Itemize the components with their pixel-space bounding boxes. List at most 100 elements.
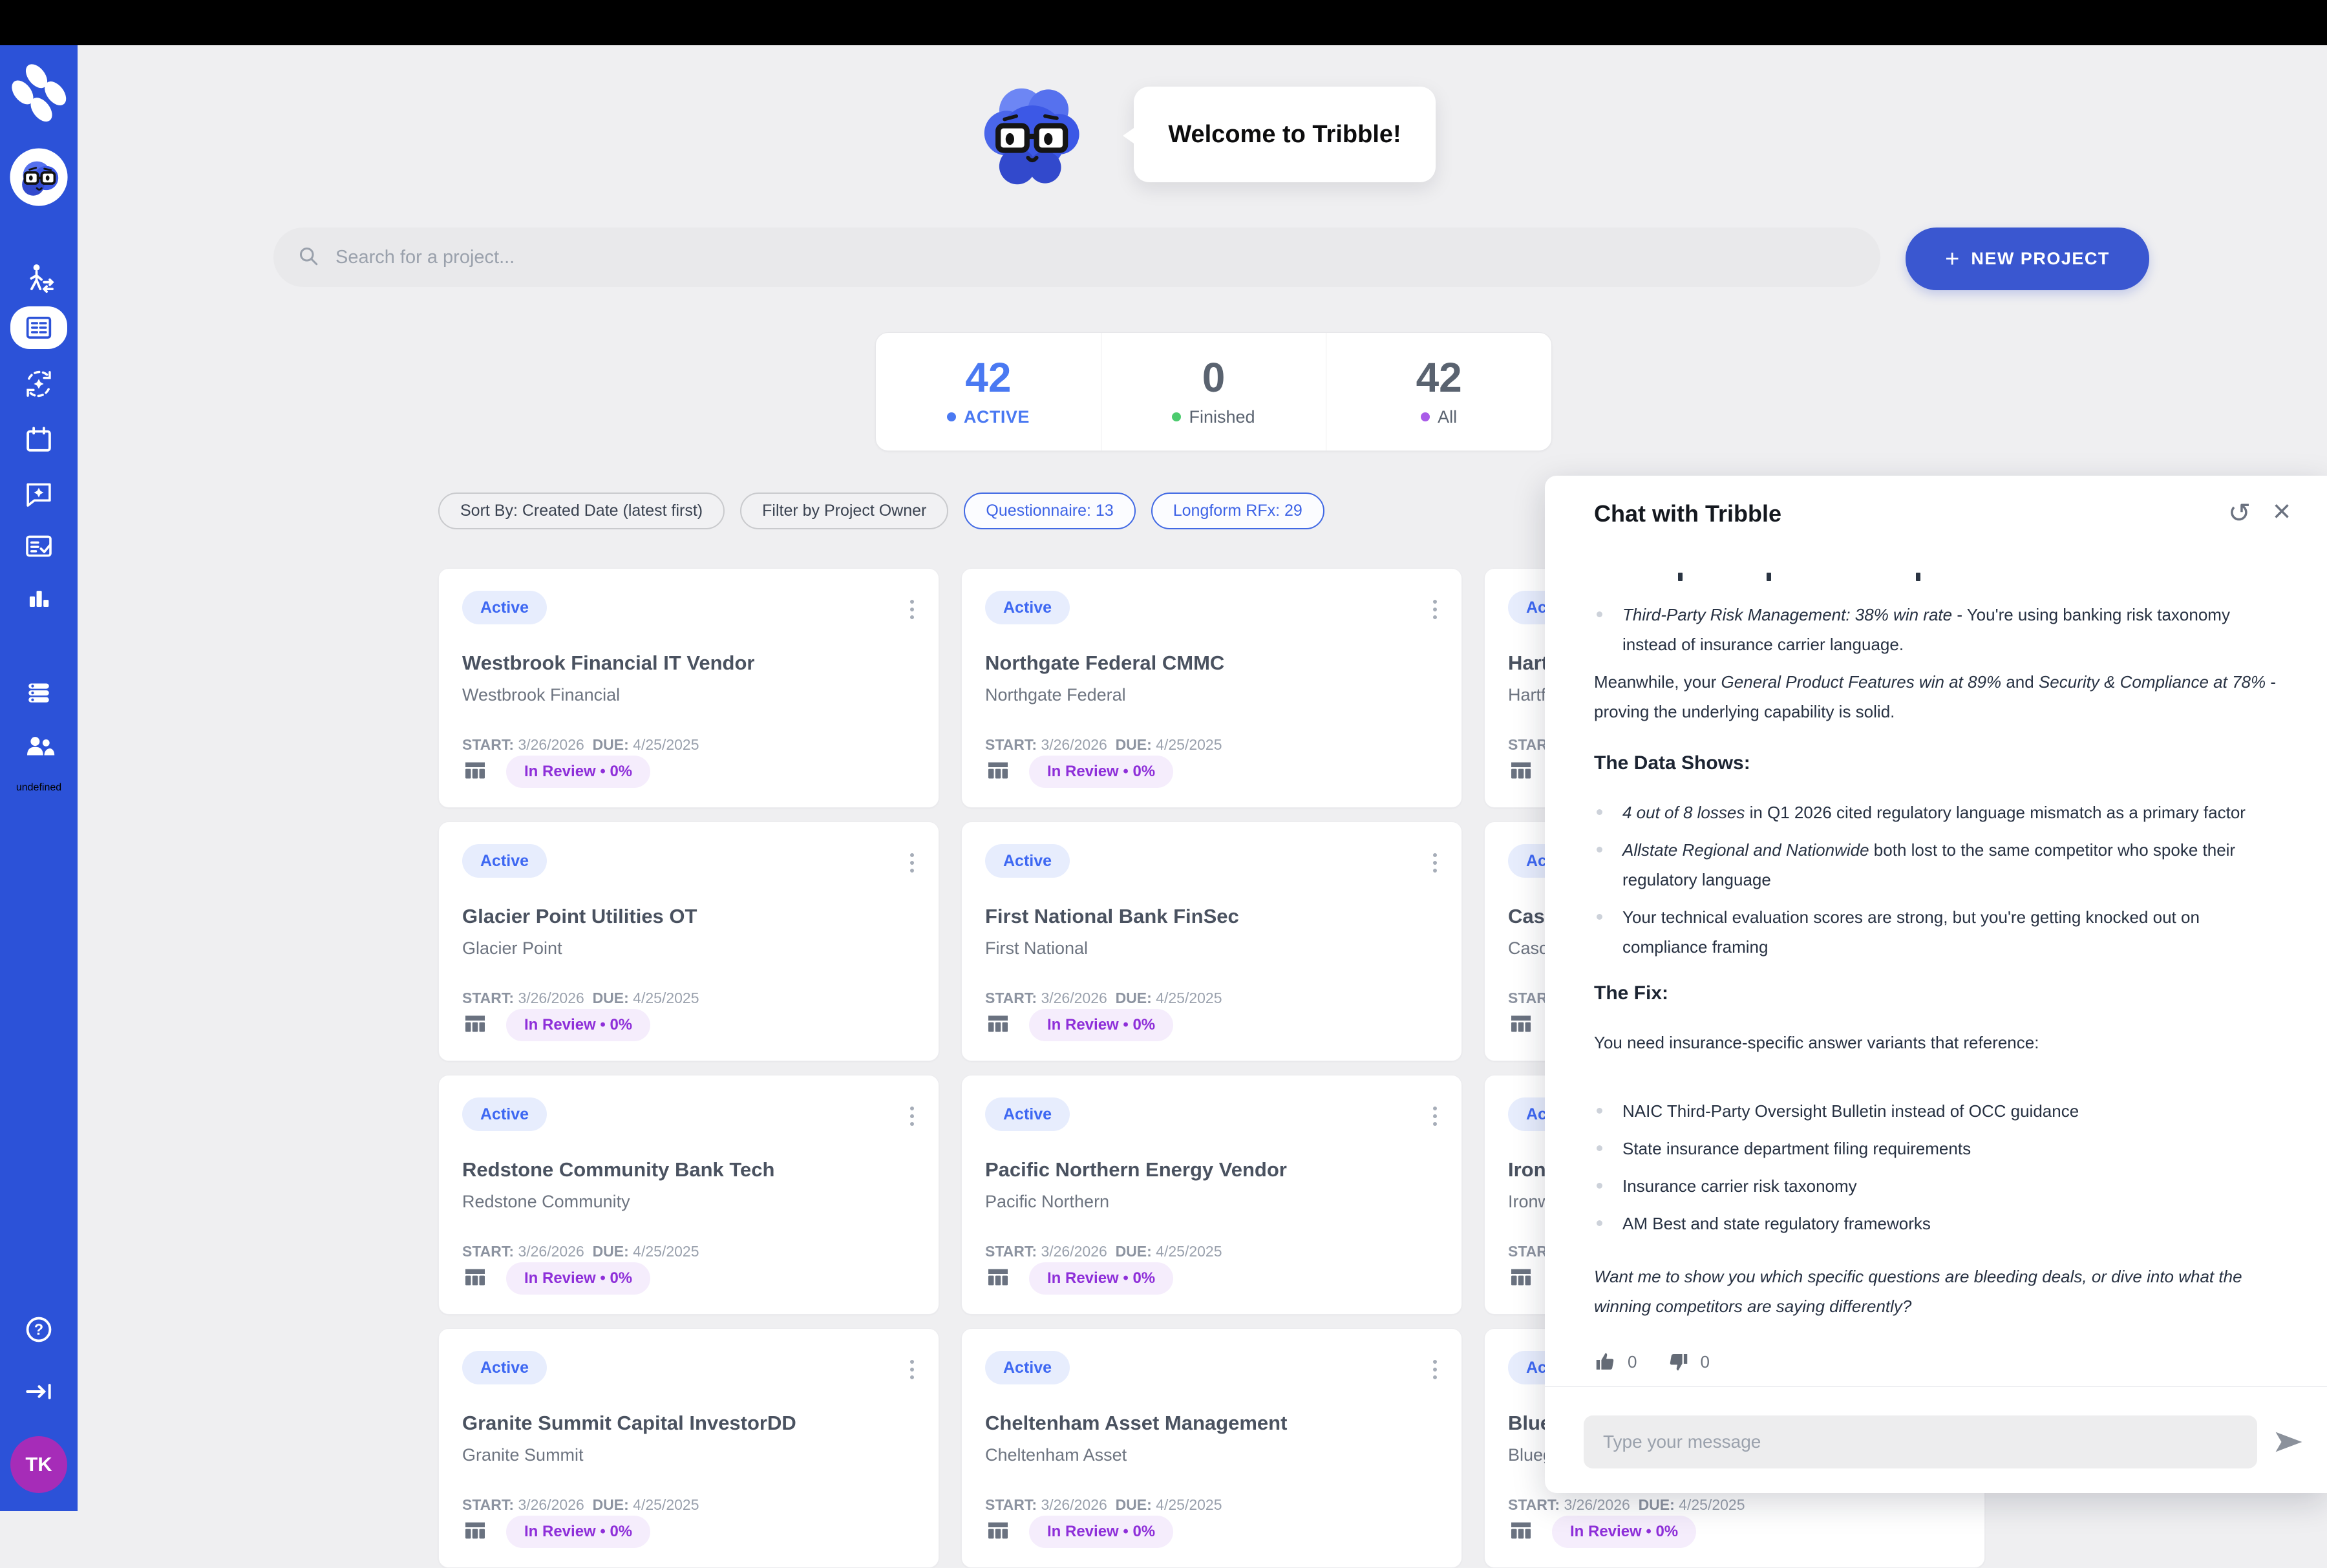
welcome-text: Welcome to Tribble!	[1168, 121, 1401, 149]
new-project-button[interactable]: + NEW PROJECT	[1906, 228, 2149, 290]
thumbs-down-button[interactable]: 0	[1666, 1347, 1709, 1377]
stat-all[interactable]: 42 All	[1326, 333, 1551, 450]
chat-bullet-item: Third-Party Risk Management: 38% win rat…	[1594, 600, 2280, 659]
card-subtitle: Pacific Northern	[985, 1192, 1438, 1212]
sidebar-item-chat-sparkle[interactable]	[0, 476, 78, 511]
progress-badge: In Review • 0%	[506, 1262, 650, 1295]
table-icon[interactable]	[1508, 1011, 1534, 1040]
chat-paragraph: Meanwhile, your General Product Features…	[1594, 667, 2280, 726]
table-icon[interactable]	[462, 758, 488, 787]
card-menu-icon[interactable]	[1429, 1356, 1441, 1383]
bullet-dot	[1597, 1145, 1602, 1151]
sidebar-item-sync-sparkle[interactable]	[0, 366, 78, 402]
card-dates: START: 3/26/2026 DUE: 4/25/2025	[985, 1243, 1438, 1260]
sidebar: undefined? TK	[0, 45, 78, 1511]
user-avatar[interactable]: TK	[0, 1436, 78, 1493]
table-icon[interactable]	[985, 1011, 1011, 1040]
table-icon[interactable]	[985, 758, 1011, 787]
project-stats: 42 ACTIVE 0 Finished 42 All	[875, 332, 1552, 451]
filter-chip[interactable]: Sort By: Created Date (latest first)	[438, 493, 725, 529]
history-icon[interactable]: ↺	[2228, 488, 2251, 529]
table-icon[interactable]	[462, 1518, 488, 1547]
sidebar-item-calendar[interactable]	[0, 423, 78, 458]
table-icon[interactable]	[462, 1011, 488, 1040]
sidebar-item-bar-chart[interactable]	[0, 582, 78, 615]
card-title: First National Bank FinSec	[985, 905, 1438, 928]
card-title: Northgate Federal CMMC	[985, 652, 1438, 675]
card-title: Glacier Point Utilities OT	[462, 905, 915, 928]
sidebar-item-people[interactable]	[0, 729, 78, 764]
chat-sparkle-icon	[21, 476, 56, 511]
card-dates: START: 3/26/2026 DUE: 4/25/2025	[985, 990, 1438, 1007]
chat-bullet-item: 4 out of 8 losses in Q1 2026 cited regul…	[1594, 798, 2280, 827]
sidebar-item-projects-active[interactable]	[0, 306, 78, 349]
card-menu-icon[interactable]	[906, 1103, 918, 1130]
chat-message-input[interactable]	[1584, 1415, 2257, 1468]
card-menu-icon[interactable]	[906, 849, 918, 876]
card-menu-icon[interactable]	[1429, 849, 1441, 876]
progress-badge: In Review • 0%	[506, 1009, 650, 1041]
tribble-logo	[5, 61, 72, 128]
stat-value: 0	[1202, 357, 1226, 398]
stat-label: Finished	[1189, 407, 1255, 427]
walkthrough-icon	[21, 261, 57, 297]
thumbs-up-count: 0	[1628, 1347, 1637, 1377]
project-search[interactable]	[273, 228, 1880, 287]
thumbs-up-icon	[1594, 1350, 1617, 1373]
card-title: Westbrook Financial IT Vendor	[462, 652, 915, 675]
table-icon[interactable]	[462, 1264, 488, 1293]
card-menu-icon[interactable]	[1429, 596, 1441, 623]
filter-chip[interactable]: Longform RFx: 29	[1151, 493, 1324, 529]
card-title: Cheltenham Asset Management	[985, 1412, 1438, 1435]
sidebar-item-logout[interactable]	[0, 1375, 78, 1408]
plus-icon: +	[1945, 247, 1959, 271]
chat-title: Chat with Tribble	[1594, 489, 2228, 527]
project-card[interactable]: Active Glacier Point Utilities OT Glacie…	[438, 821, 939, 1061]
table-icon[interactable]	[985, 1264, 1011, 1293]
sidebar-item-gear[interactable]: undefined	[0, 782, 78, 794]
close-icon[interactable]: ×	[2273, 489, 2291, 527]
logout-icon	[23, 1375, 55, 1408]
bullet-dot	[1597, 611, 1602, 617]
stat-finished[interactable]: 0 Finished	[1101, 333, 1326, 450]
project-card[interactable]: Active Redstone Community Bank Tech Reds…	[438, 1075, 939, 1315]
filter-chip[interactable]: Questionnaire: 13	[964, 493, 1135, 529]
stat-value: 42	[965, 357, 1011, 398]
filter-chip[interactable]: Filter by Project Owner	[740, 493, 948, 529]
send-icon[interactable]	[2274, 1430, 2304, 1454]
table-icon[interactable]	[1508, 1264, 1534, 1293]
project-card[interactable]: Active Northgate Federal CMMC Northgate …	[961, 568, 1462, 808]
project-card[interactable]: Active Granite Summit Capital InvestorDD…	[438, 1328, 939, 1568]
thumbs-up-button[interactable]: 0	[1594, 1347, 1637, 1377]
status-badge: Active	[985, 1097, 1070, 1131]
mascot-avatar	[9, 147, 69, 207]
card-menu-icon[interactable]	[906, 1356, 918, 1383]
bullet-dot	[1597, 1108, 1602, 1114]
chat-header: Chat with Tribble ↺ ×	[1545, 476, 2327, 540]
project-card[interactable]: Active Pacific Northern Energy Vendor Pa…	[961, 1075, 1462, 1315]
sidebar-item-stacked-rows[interactable]	[0, 675, 78, 710]
chat-bullet-item: Allstate Regional and Nationwide both lo…	[1594, 835, 2280, 895]
search-input[interactable]	[334, 246, 1857, 269]
sidebar-item-walkthrough[interactable]	[0, 261, 78, 297]
stat-value: 42	[1416, 357, 1462, 398]
chat-messages[interactable]: Third-Party Risk Management: 38% win rat…	[1545, 552, 2327, 1386]
sidebar-item-mascot-avatar[interactable]	[0, 147, 78, 207]
project-card[interactable]: Active Cheltenham Asset Management Chelt…	[961, 1328, 1462, 1568]
sidebar-item-help[interactable]: ?	[0, 1312, 78, 1347]
table-icon[interactable]	[1508, 758, 1534, 787]
sidebar-item-checklist[interactable]	[0, 529, 78, 564]
card-menu-icon[interactable]	[1429, 1103, 1441, 1130]
card-title: Pacific Northern Energy Vendor	[985, 1158, 1438, 1181]
stat-active[interactable]: 42 ACTIVE	[876, 333, 1101, 450]
table-icon[interactable]	[985, 1518, 1011, 1547]
progress-badge: In Review • 0%	[1552, 1516, 1696, 1548]
project-card[interactable]: Active First National Bank FinSec First …	[961, 821, 1462, 1061]
card-menu-icon[interactable]	[906, 596, 918, 623]
table-icon[interactable]	[1508, 1518, 1534, 1547]
bullet-dot	[1597, 809, 1602, 815]
calendar-icon	[21, 423, 56, 458]
progress-badge: In Review • 0%	[506, 756, 650, 788]
chat-bullet-item: State insurance department filing requir…	[1594, 1134, 2280, 1163]
project-card[interactable]: Active Westbrook Financial IT Vendor Wes…	[438, 568, 939, 808]
